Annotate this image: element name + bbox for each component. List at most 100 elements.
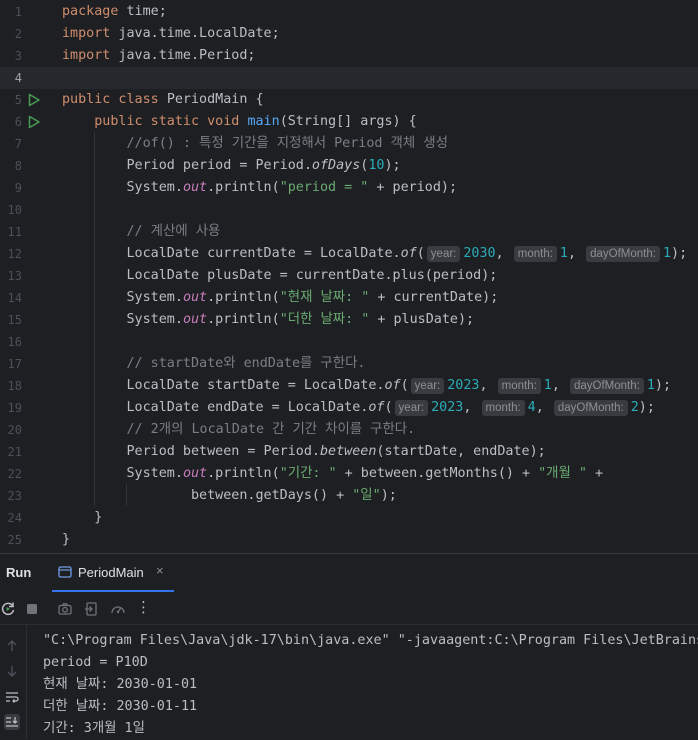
code-token: java.time.LocalDate; <box>118 26 280 41</box>
line-number: 3 <box>14 49 22 63</box>
code-token: ( <box>384 400 393 415</box>
exit-icon[interactable] <box>84 601 100 617</box>
line-number: 6 <box>14 115 22 129</box>
stop-icon[interactable] <box>24 601 40 617</box>
code-line[interactable]: 22 System.out.println("기간: " + between.g… <box>0 463 698 485</box>
run-toolbar: ⋮ <box>0 594 698 625</box>
line-number: 13 <box>7 269 22 283</box>
code-text: LocalDate currentDate = LocalDate.of(yea… <box>62 243 687 265</box>
code-text: System.out.println("period = " + period)… <box>62 177 457 199</box>
code-line[interactable]: 17 // startDate와 endDate를 구한다. <box>0 353 698 375</box>
code-line[interactable]: 12 LocalDate currentDate = LocalDate.of(… <box>0 243 698 265</box>
code-line[interactable]: 3 import java.time.Period; <box>0 45 698 67</box>
soft-wrap-icon[interactable] <box>4 689 20 705</box>
code-line[interactable]: 11 // 계산에 사용 <box>0 221 698 243</box>
more-vertical-icon[interactable]: ⋮ <box>136 598 152 616</box>
run-tab-bar: Run PeriodMain × <box>0 554 698 592</box>
line-number: 5 <box>14 93 22 107</box>
code-token: LocalDate startDate = LocalDate. <box>62 378 385 393</box>
gauge-icon[interactable] <box>110 601 126 617</box>
code-token: of <box>368 400 385 415</box>
parameter-hint: dayOfMonth: <box>586 246 660 262</box>
code-line[interactable]: 18 LocalDate startDate = LocalDate.of(ye… <box>0 375 698 397</box>
code-line[interactable]: 24 } <box>0 507 698 529</box>
code-token: // 2개의 LocalDate 간 기간 차이를 구한다. <box>126 422 416 437</box>
code-text: } <box>62 529 70 551</box>
code-line[interactable]: 20 // 2개의 LocalDate 간 기간 차이를 구한다. <box>0 419 698 441</box>
console-output[interactable]: "C:\Program Files\Java\jdk-17\bin\java.e… <box>43 630 698 740</box>
code-line[interactable]: 25} <box>0 529 698 551</box>
line-number: 14 <box>7 291 22 305</box>
parameter-hint: month: <box>513 246 557 262</box>
code-token: 1 <box>662 246 672 261</box>
parameter-hint: year: <box>394 400 429 416</box>
run-triangle-icon[interactable] <box>27 93 41 107</box>
code-text: package time; <box>62 1 167 23</box>
arrow-up-icon[interactable] <box>4 638 20 654</box>
code-line[interactable]: 14 System.out.println("현재 날짜: " + curren… <box>0 287 698 309</box>
close-icon[interactable]: × <box>156 563 164 578</box>
code-line[interactable]: 8 Period period = Period.ofDays(10); <box>0 155 698 177</box>
code-line[interactable]: 23 between.getDays() + "일"); <box>0 485 698 507</box>
code-token: + plusDate); <box>369 312 475 327</box>
run-panel: Run PeriodMain × ⋮ "C:\Program Files\Jav… <box>0 553 698 739</box>
code-token: time; <box>126 4 167 19</box>
code-token: (String[] args) { <box>279 114 417 129</box>
code-token: out <box>182 312 208 327</box>
code-token: "더한 날짜: " <box>279 312 370 327</box>
code-token: , <box>567 246 585 261</box>
code-token: Period period = Period. <box>62 158 312 173</box>
code-text: System.out.println("기간: " + between.getM… <box>62 463 603 485</box>
code-line[interactable]: 10 <box>0 199 698 221</box>
line-number: 8 <box>14 159 22 173</box>
code-token: 2030 <box>463 246 496 261</box>
code-token: .println( <box>207 312 280 327</box>
camera-icon[interactable] <box>57 601 73 617</box>
code-token: } <box>62 532 71 547</box>
console-line: 현재 날짜: 2030-01-01 <box>43 677 198 692</box>
line-number: 16 <box>7 335 22 349</box>
code-token: package <box>62 4 127 19</box>
console-icon <box>58 566 72 578</box>
code-token: public static void <box>94 114 248 129</box>
code-token: .println( <box>207 290 280 305</box>
code-line[interactable]: 15 System.out.println("더한 날짜: " + plusDa… <box>0 309 698 331</box>
code-token: System. <box>62 290 183 305</box>
tab-label: PeriodMain <box>78 565 144 580</box>
code-token: "현재 날짜: " <box>279 290 370 305</box>
line-number: 9 <box>14 181 22 195</box>
line-number: 18 <box>7 379 22 393</box>
line-number: 10 <box>7 203 22 217</box>
code-token: , <box>495 246 512 261</box>
code-token: System. <box>62 466 183 481</box>
run-triangle-icon[interactable] <box>27 115 41 129</box>
tab-periodmain[interactable]: PeriodMain × <box>52 554 174 592</box>
code-line[interactable]: 5 public class PeriodMain { <box>0 89 698 111</box>
code-line[interactable]: 6 public static void main(String[] args)… <box>0 111 698 133</box>
line-number: 19 <box>7 401 22 415</box>
code-text: // startDate와 endDate를 구한다. <box>62 353 366 375</box>
rerun-icon[interactable] <box>0 601 16 617</box>
code-line[interactable]: 2 import java.time.LocalDate; <box>0 23 698 45</box>
code-token: // 계산에 사용 <box>126 224 221 239</box>
scroll-to-end-icon[interactable] <box>4 714 20 730</box>
code-line[interactable]: 1 package time; <box>0 1 698 23</box>
console-side-toolbar <box>0 624 27 739</box>
line-number: 15 <box>7 313 22 327</box>
code-line[interactable]: 13 LocalDate plusDate = currentDate.plus… <box>0 265 698 287</box>
code-line[interactable]: 9 System.out.println("period = " + perio… <box>0 177 698 199</box>
code-token: main <box>247 114 280 129</box>
line-number: 22 <box>7 467 22 481</box>
code-editor[interactable]: 1 package time; 2 import java.time.LocalDat… <box>0 0 698 553</box>
code-token: ofDays <box>311 158 361 173</box>
arrow-down-icon[interactable] <box>4 663 20 679</box>
code-token: + period); <box>368 180 458 195</box>
code-line[interactable]: 21 Period between = Period.between(start… <box>0 441 698 463</box>
code-token: ); <box>654 378 672 393</box>
code-line[interactable]: 16 <box>0 331 698 353</box>
code-line[interactable]: 4 <box>0 67 698 89</box>
code-line[interactable]: 7 //of() : 특정 기간을 지정해서 Period 객체 생성 <box>0 133 698 155</box>
code-line[interactable]: 19 LocalDate endDate = LocalDate.of(year… <box>0 397 698 419</box>
